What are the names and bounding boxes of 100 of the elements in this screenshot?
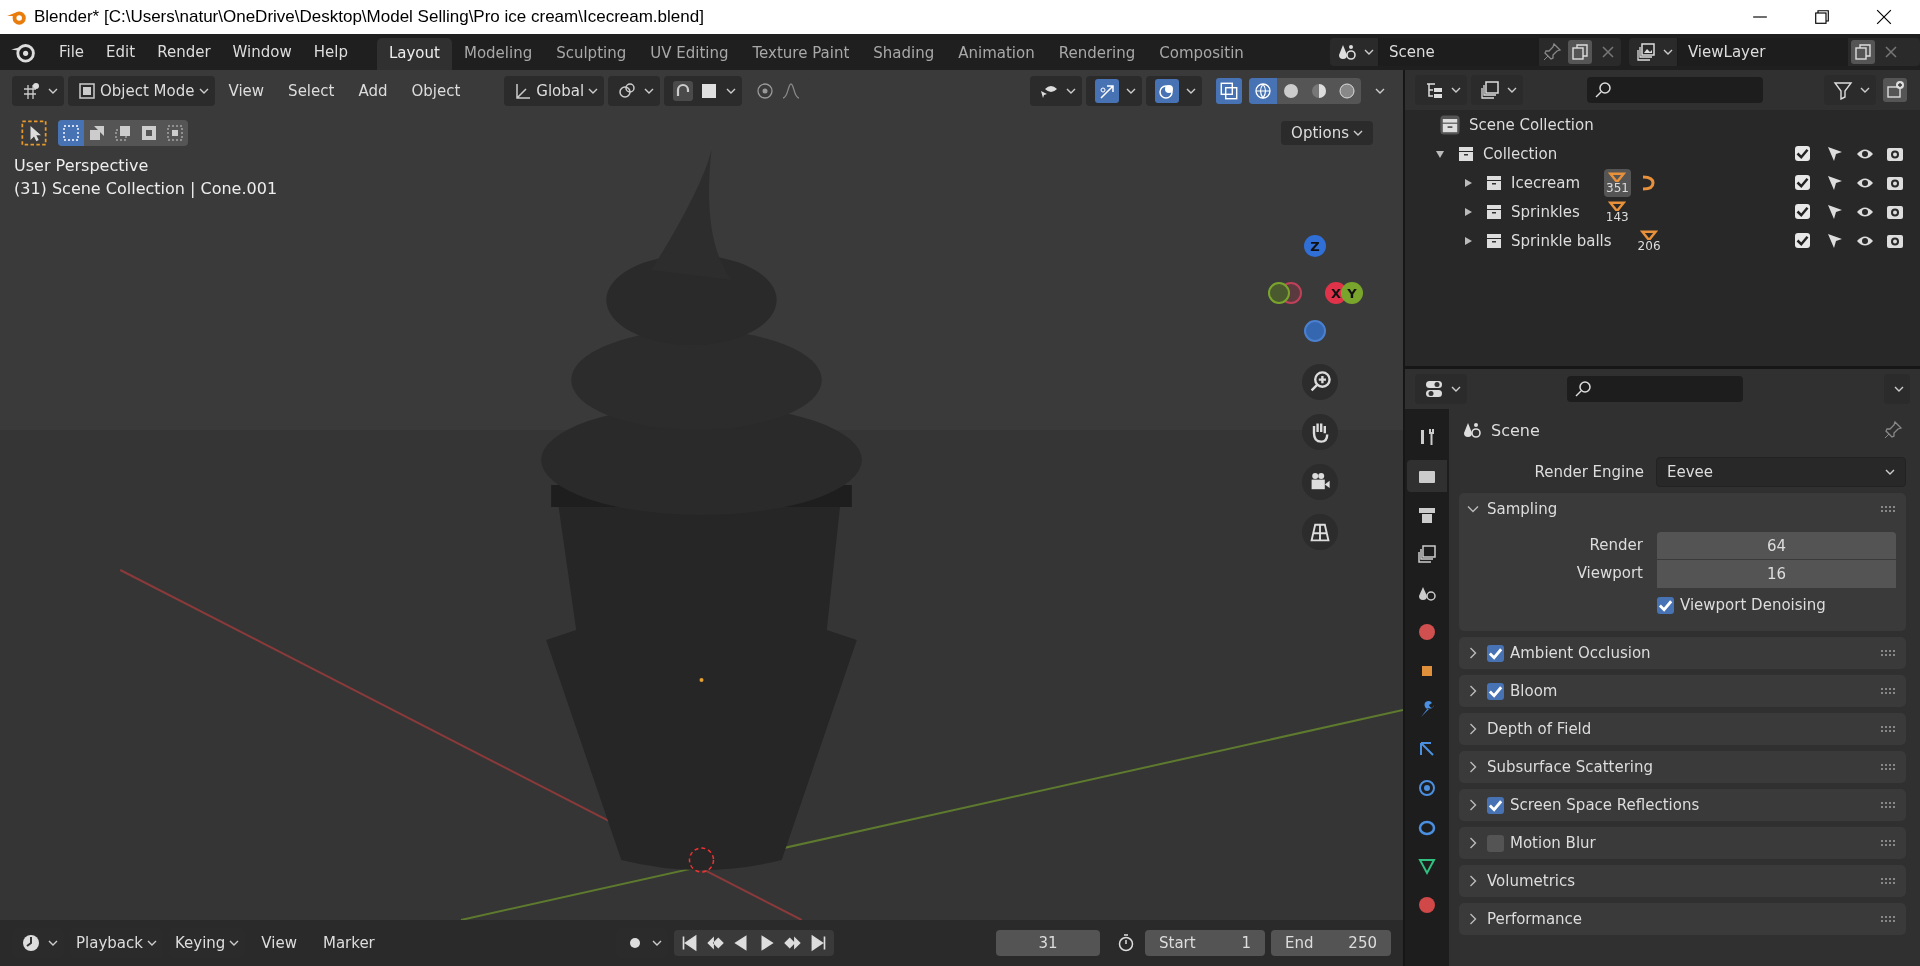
workspace-tab[interactable]: Layout: [376, 38, 452, 70]
options-dropdown[interactable]: [1884, 374, 1910, 404]
close-icon[interactable]: [1876, 9, 1892, 25]
drag-handle-icon[interactable]: [1880, 649, 1896, 657]
chevron-icon[interactable]: [1469, 837, 1477, 849]
outliner-item[interactable]: Collection: [1483, 144, 1558, 163]
pivot-dropdown[interactable]: [608, 76, 661, 106]
options-dropdown[interactable]: Options: [1281, 121, 1373, 145]
start-frame-field[interactable]: Start 1: [1145, 930, 1265, 956]
viewport-menu-item[interactable]: Object: [401, 82, 471, 100]
panel-checkbox[interactable]: [1487, 644, 1504, 662]
drag-handle-icon[interactable]: [1880, 801, 1896, 809]
orientation-dropdown[interactable]: Global: [504, 76, 605, 106]
chevron-icon[interactable]: [1469, 875, 1477, 887]
grid-icon[interactable]: [1302, 514, 1338, 550]
viewport-menu-item[interactable]: View: [218, 82, 275, 100]
pin-icon[interactable]: [1883, 420, 1903, 440]
outliner-item[interactable]: Icecream: [1511, 173, 1581, 192]
shading-mode-button[interactable]: [1249, 78, 1277, 104]
workspace-tab[interactable]: Shading: [861, 38, 947, 70]
filter-dropdown[interactable]: [1824, 75, 1876, 105]
drag-handle-icon[interactable]: [1880, 725, 1896, 733]
viewport-menu-item[interactable]: Add: [348, 82, 398, 100]
chevron-icon[interactable]: [1469, 685, 1477, 697]
panel-title[interactable]: Depth of Field: [1487, 720, 1592, 738]
select-cursor-icon[interactable]: [20, 119, 48, 147]
drag-handle-icon[interactable]: [1880, 687, 1896, 695]
outliner-item[interactable]: Sprinkle balls: [1511, 231, 1612, 250]
panel-title[interactable]: Bloom: [1510, 682, 1558, 700]
panel-checkbox[interactable]: [1487, 682, 1504, 700]
menu-item[interactable]: Window: [221, 43, 303, 61]
current-frame-field[interactable]: 31: [996, 930, 1100, 956]
expand-arrow-icon[interactable]: [1435, 148, 1445, 159]
workspace-tab[interactable]: Compositin: [1147, 38, 1256, 70]
panel-title[interactable]: Sampling: [1487, 500, 1558, 518]
panel-title[interactable]: Motion Blur: [1510, 834, 1596, 852]
overlay-dropdown[interactable]: [1146, 76, 1202, 106]
duplicate-icon[interactable]: [1567, 40, 1592, 64]
mesh-count-badge[interactable]: 351: [1604, 168, 1631, 197]
number-field[interactable]: 16: [1657, 558, 1896, 588]
exclude-checkbox[interactable]: [1795, 146, 1810, 161]
number-field[interactable]: 64: [1657, 530, 1896, 560]
checkbox-label[interactable]: Viewport Denoising: [1680, 596, 1826, 614]
expand-arrow-icon[interactable]: [1463, 206, 1473, 217]
chevron-icon[interactable]: [1469, 761, 1477, 773]
workspace-tab[interactable]: Rendering: [1046, 38, 1148, 70]
snap-toggle[interactable]: [664, 76, 743, 106]
workspace-tab[interactable]: Sculpting: [544, 38, 639, 70]
panel-checkbox[interactable]: [1487, 796, 1504, 814]
drag-handle-icon[interactable]: [1880, 877, 1896, 885]
viewport-menu-item[interactable]: Select: [278, 82, 345, 100]
drag-handle-icon[interactable]: [1880, 763, 1896, 771]
chevron-icon[interactable]: [1469, 799, 1477, 811]
mesh-count-badge[interactable]: 206: [1635, 226, 1663, 255]
properties-tab[interactable]: [1407, 460, 1447, 492]
menu-item[interactable]: Help: [302, 43, 359, 61]
visibility-dropdown[interactable]: [1030, 76, 1082, 106]
checkbox[interactable]: [1657, 596, 1674, 614]
panel-title[interactable]: Performance: [1487, 910, 1583, 928]
menu-item[interactable]: File: [48, 43, 96, 61]
search-field[interactable]: [1587, 77, 1763, 103]
chevron-icon[interactable]: [1467, 505, 1479, 513]
exclude-checkbox[interactable]: [1795, 233, 1810, 248]
drag-handle-icon[interactable]: [1880, 505, 1896, 513]
exclude-checkbox[interactable]: [1795, 204, 1810, 219]
panel-title[interactable]: Volumetrics: [1487, 872, 1576, 890]
drag-handle-icon[interactable]: [1880, 839, 1896, 847]
menu-item[interactable]: Render: [146, 43, 222, 61]
menu-item[interactable]: Edit: [95, 43, 147, 61]
view-layer-name-field[interactable]: ViewLayer: [1677, 38, 1848, 66]
display-mode-dropdown[interactable]: [1415, 75, 1467, 105]
view-layer-dropdown[interactable]: [1471, 75, 1523, 105]
workspace-tab[interactable]: Modeling: [451, 38, 545, 70]
expand-arrow-icon[interactable]: [1463, 177, 1473, 188]
end-frame-field[interactable]: End 250: [1271, 930, 1391, 956]
camera-icon[interactable]: [1302, 464, 1338, 500]
selection-mode-button[interactable]: [58, 120, 84, 146]
mesh-count-badge[interactable]: 143: [1603, 197, 1631, 226]
editor-type-button[interactable]: [12, 76, 64, 106]
editor-type-button[interactable]: [1415, 374, 1467, 404]
duplicate-icon[interactable]: [1850, 40, 1875, 64]
xray-toggle-icon[interactable]: [1216, 78, 1242, 104]
scene-name-field[interactable]: Scene: [1378, 38, 1539, 66]
timeline-menu-item[interactable]: View: [251, 934, 307, 952]
gizmo-dropdown[interactable]: [1086, 76, 1142, 106]
chevron-icon[interactable]: [1469, 723, 1477, 735]
render-engine-dropdown[interactable]: Eevee: [1656, 457, 1906, 487]
chevron-icon[interactable]: [1469, 647, 1477, 659]
panel-checkbox[interactable]: [1487, 834, 1504, 852]
new-collection-icon[interactable]: [1883, 78, 1907, 102]
workspace-tab[interactable]: Animation: [946, 38, 1047, 70]
workspace-tab[interactable]: Texture Paint: [740, 38, 862, 70]
mode-dropdown[interactable]: Object Mode: [68, 76, 215, 106]
workspace-tab[interactable]: UV Editing: [638, 38, 741, 70]
stopwatch-icon[interactable]: [1116, 933, 1136, 953]
panel-title[interactable]: Ambient Occlusion: [1510, 644, 1651, 662]
restore-icon[interactable]: [1814, 9, 1830, 25]
outliner-item[interactable]: Sprinkles: [1511, 202, 1580, 221]
search-field[interactable]: [1567, 376, 1743, 402]
pin-icon[interactable]: [1541, 42, 1562, 62]
